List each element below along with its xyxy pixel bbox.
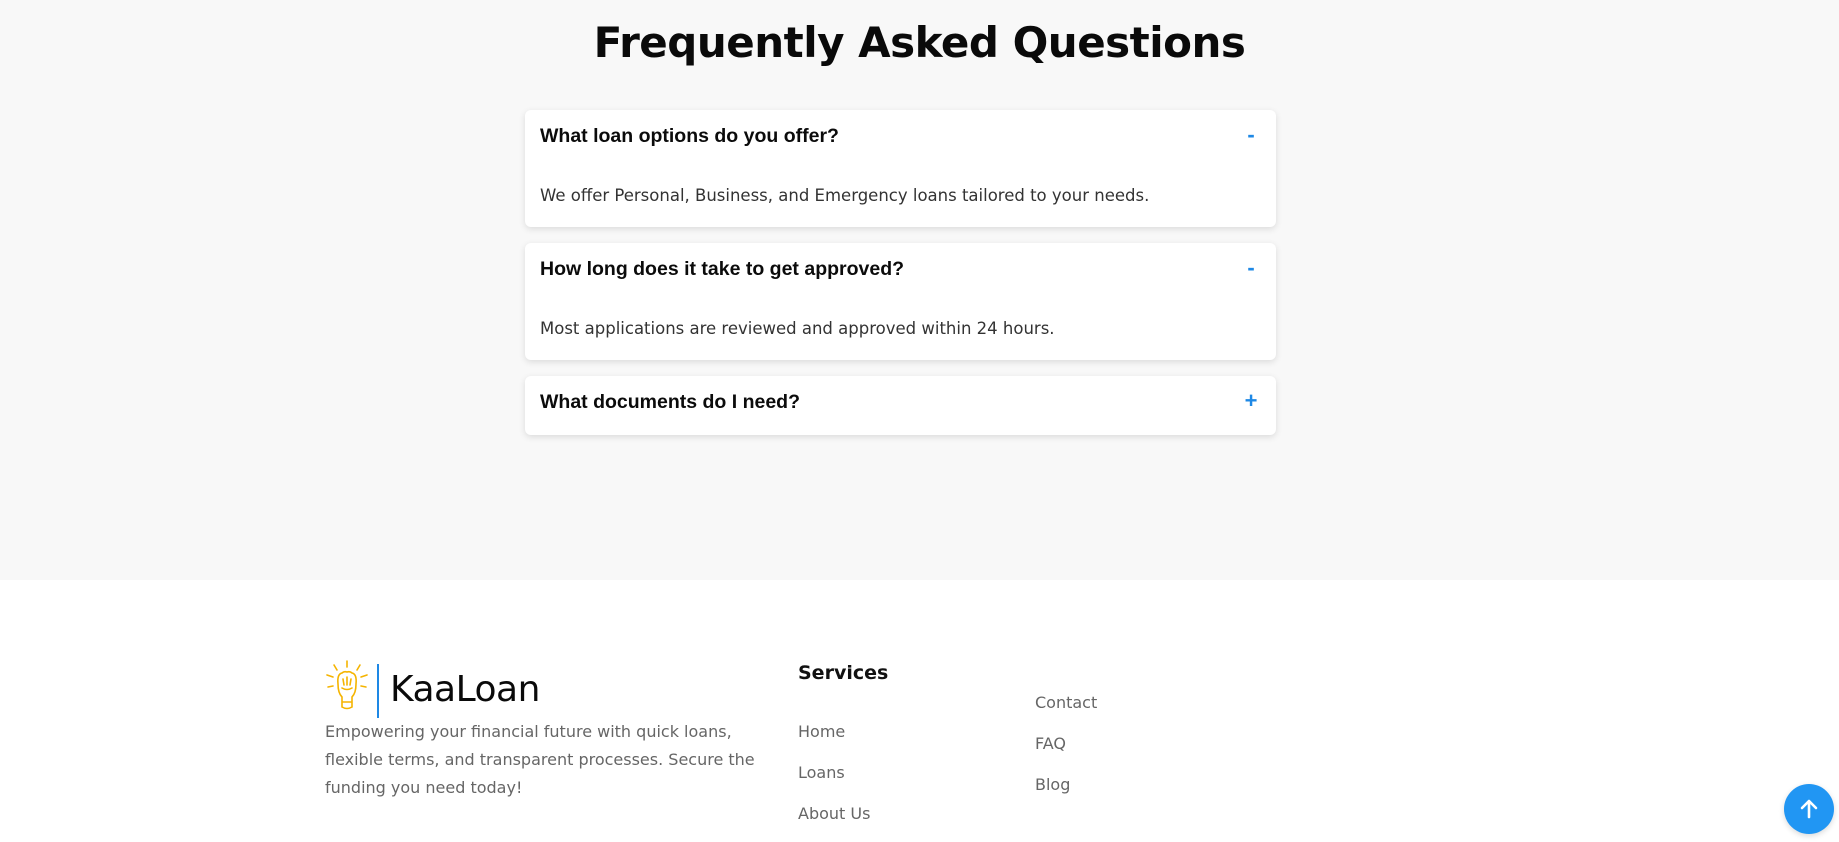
footer-link-about-us[interactable]: About Us — [798, 804, 870, 823]
raised-fist-lightbulb-icon — [326, 660, 368, 710]
faq-question[interactable]: How long does it take to get approved? — [540, 258, 904, 281]
services-heading: Services — [798, 662, 889, 684]
faq-question[interactable]: What documents do I need? — [540, 391, 800, 414]
faq-section: Frequently Asked Questions What loan opt… — [0, 0, 1839, 580]
brand-name: KaaLoan — [390, 669, 540, 710]
footer-link-faq[interactable]: FAQ — [1035, 734, 1066, 753]
faq-item: How long does it take to get approved? -… — [525, 243, 1276, 360]
footer-description: Empowering your financial future with qu… — [325, 722, 755, 797]
faq-question[interactable]: What loan options do you offer? — [540, 125, 839, 148]
footer-link-loans[interactable]: Loans — [798, 763, 845, 782]
expand-toggle-icon[interactable]: + — [1241, 388, 1261, 414]
footer-link-blog[interactable]: Blog — [1035, 775, 1070, 794]
footer-logo[interactable]: KaaLoan — [325, 660, 540, 720]
faq-answer: Most applications are reviewed and appro… — [540, 319, 1055, 338]
faq-item: What loan options do you offer? - We off… — [525, 110, 1276, 227]
faq-title: Frequently Asked Questions — [593, 18, 1246, 67]
faq-item: What documents do I need? + — [525, 376, 1276, 435]
footer-link-contact[interactable]: Contact — [1035, 693, 1097, 712]
collapse-toggle-icon[interactable]: - — [1241, 122, 1261, 148]
logo-divider — [377, 664, 379, 718]
footer-link-home[interactable]: Home — [798, 722, 845, 741]
arrow-up-icon — [1800, 799, 1818, 819]
back-to-top-button[interactable] — [1784, 784, 1834, 834]
collapse-toggle-icon[interactable]: - — [1241, 255, 1261, 281]
faq-answer: We offer Personal, Business, and Emergen… — [540, 186, 1150, 205]
